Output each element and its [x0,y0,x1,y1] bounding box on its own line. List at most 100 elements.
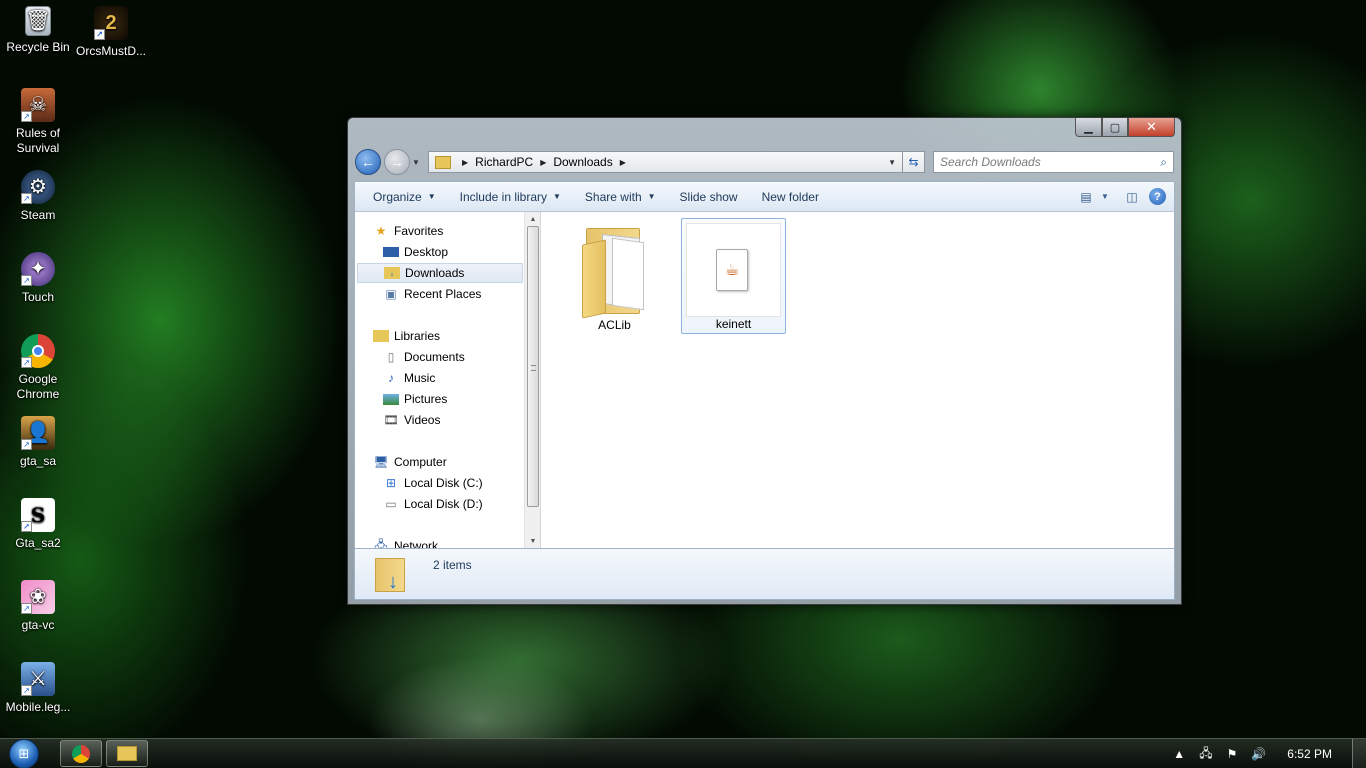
desktop-icon-touch[interactable]: ✦ ↗ Touch [0,252,76,305]
search-input[interactable] [940,155,1150,169]
start-button[interactable]: ⊞ [4,739,44,768]
chevron-down-icon: ▼ [1101,192,1109,201]
volume-icon[interactable]: 🔊 [1251,747,1266,761]
game-icon: 👤 ↗ [21,416,55,450]
caption-buttons: ▁ ▢ ✕ [1075,118,1175,137]
nav-local-disk-c[interactable]: ⊞ Local Disk (C:) [383,473,483,493]
nav-pictures[interactable]: Pictures [383,389,447,409]
chevron-right-icon[interactable]: ▶ [540,158,546,167]
include-in-library-button[interactable]: Include in library ▼ [448,185,573,209]
new-folder-button[interactable]: New folder [750,185,831,209]
nav-label: Local Disk (D:) [404,497,483,511]
breadcrumb-richardpc[interactable]: RichardPC [475,155,533,169]
file-item-keinett[interactable]: ☕ keinett [681,218,786,334]
recent-pages-dropdown[interactable]: ▼ [412,158,422,167]
nav-recent-places[interactable]: ▣ Recent Places [383,284,481,304]
desktop-icon-label: Steam [20,208,56,222]
file-name: keinett [715,317,752,331]
file-item-aclib[interactable]: ACLib [562,218,667,334]
nav-label: Downloads [405,266,465,280]
nav-downloads[interactable]: ↓ Downloads [357,263,523,283]
shortcut-arrow-icon: ↗ [21,521,32,532]
share-with-button[interactable]: Share with ▼ [573,185,668,209]
show-hidden-icons-icon[interactable]: ▲ [1173,747,1185,761]
new-folder-label: New folder [761,189,819,204]
desktop-icon-recycle-bin[interactable]: 🗑 Recycle Bin [0,6,76,55]
search-icon[interactable]: ⌕ [1160,155,1167,170]
nav-computer[interactable]: 🖥 Computer [373,452,446,472]
nav-favorites[interactable]: ★ Favorites [373,221,444,241]
desktop-icon-gta-sa[interactable]: 👤 ↗ gta_sa [0,416,76,469]
libraries-icon [373,330,389,342]
desktop-icon-steam[interactable]: ⚙ ↗ Steam [0,170,76,223]
include-in-library-label: Include in library [459,189,547,204]
forward-button[interactable]: → [384,149,410,175]
shortcut-arrow-icon: ↗ [94,29,105,40]
desktop-icon-mobile-legends[interactable]: ⚔ ↗ Mobile.leg... [0,662,76,715]
taskbar: ⊞ ▲ 🖧 ⚑ 🔊 6:52 PM [0,738,1366,768]
nav-music[interactable]: ♪ Music [383,368,435,388]
shortcut-arrow-icon: ↗ [21,111,32,122]
computer-icon: 🖥 [373,455,389,469]
show-desktop-button[interactable] [1352,739,1366,768]
desktop-icon-google-chrome[interactable]: ↗ Google Chrome [0,334,76,402]
nav-network[interactable]: 🖧 Network [373,536,438,549]
back-button[interactable]: ← [355,149,381,175]
desktop-icon-label: gta_sa [19,454,57,468]
close-button[interactable]: ✕ [1128,118,1175,137]
scroll-down-icon[interactable]: ▼ [525,534,541,548]
desktop-icon-label: Gta_sa2 [15,536,61,550]
taskbar-explorer[interactable] [106,740,148,767]
nav-pane-scrollbar[interactable]: ▲ ▼ [524,212,541,548]
taskbar-chrome[interactable] [60,740,102,767]
navigation-bar: ← → ▼ ▶ RichardPC ▶ Downloads ▶ ▼ ⇆ ⌕ [355,148,1174,176]
system-tray: ▲ 🖧 ⚑ 🔊 6:52 PM [1166,739,1366,768]
nav-documents[interactable]: ▯ Documents [383,347,465,367]
preview-pane-button[interactable]: ◫ [1119,187,1145,207]
game-icon: ❀ ↗ [21,580,55,614]
desktop-icon-gta-vc[interactable]: ❀ ↗ gta-vc [0,580,76,633]
breadcrumb-downloads[interactable]: Downloads [553,155,612,169]
chrome-icon: ↗ [21,334,55,368]
details-pane: ↓ 2 items [354,548,1175,600]
nav-desktop[interactable]: Desktop [383,242,448,262]
change-view-button[interactable]: ▤ [1073,187,1099,207]
minimize-button[interactable]: ▁ [1075,118,1102,137]
drive-icon: ▭ [385,497,397,511]
action-center-flag-icon[interactable]: ⚑ [1227,747,1238,761]
share-with-label: Share with [584,189,642,204]
desktop-icon-orcsmustdie[interactable]: 2 ↗ OrcsMustD... [73,6,149,59]
chevron-right-icon[interactable]: ▶ [462,158,468,167]
more-views-button[interactable]: ▼ [1099,187,1111,207]
maximize-button[interactable]: ▢ [1102,118,1128,137]
game-icon: ✦ ↗ [21,252,55,286]
slide-show-button[interactable]: Slide show [668,185,750,209]
desktop-icon-gta-sa2[interactable]: S ↗ Gta_sa2 [0,498,76,551]
search-box[interactable]: ⌕ [933,151,1174,173]
chevron-down-icon: ▼ [427,192,436,201]
folder-icon [582,222,648,319]
refresh-button[interactable]: ⇆ [903,151,925,173]
organize-button[interactable]: Organize ▼ [361,185,448,209]
nav-videos[interactable]: 🎞 Videos [383,410,440,430]
nav-libraries[interactable]: Libraries [373,326,440,346]
help-icon[interactable]: ? [1149,188,1166,205]
network-icon[interactable]: 🖧 [1199,744,1212,765]
chevron-right-icon[interactable]: ▶ [620,158,626,167]
clock[interactable]: 6:52 PM [1287,747,1332,761]
java-file-icon: ☕ [716,249,748,291]
music-icon: ♪ [388,371,394,385]
game-icon: ☠ ↗ [21,88,55,122]
shortcut-arrow-icon: ↗ [21,685,32,696]
navigation-pane: ★ Favorites Desktop ↓ Downloads ▣ Recent Pl… [355,212,524,548]
nav-local-disk-d[interactable]: ▭ Local Disk (D:) [383,494,483,514]
scrollbar-thumb[interactable] [527,226,539,507]
address-bar[interactable]: ▶ RichardPC ▶ Downloads ▶ ▼ [428,151,903,173]
nav-label: Pictures [404,392,448,406]
nav-label: Documents [404,350,465,364]
game-icon: S ↗ [21,498,55,532]
address-dropdown-icon[interactable]: ▼ [888,158,896,167]
desktop-icon-rules-of-survival[interactable]: ☠ ↗ Rules of Survival [0,88,76,156]
scroll-up-icon[interactable]: ▲ [525,212,541,226]
downloads-folder-icon: ↓ [384,267,400,279]
